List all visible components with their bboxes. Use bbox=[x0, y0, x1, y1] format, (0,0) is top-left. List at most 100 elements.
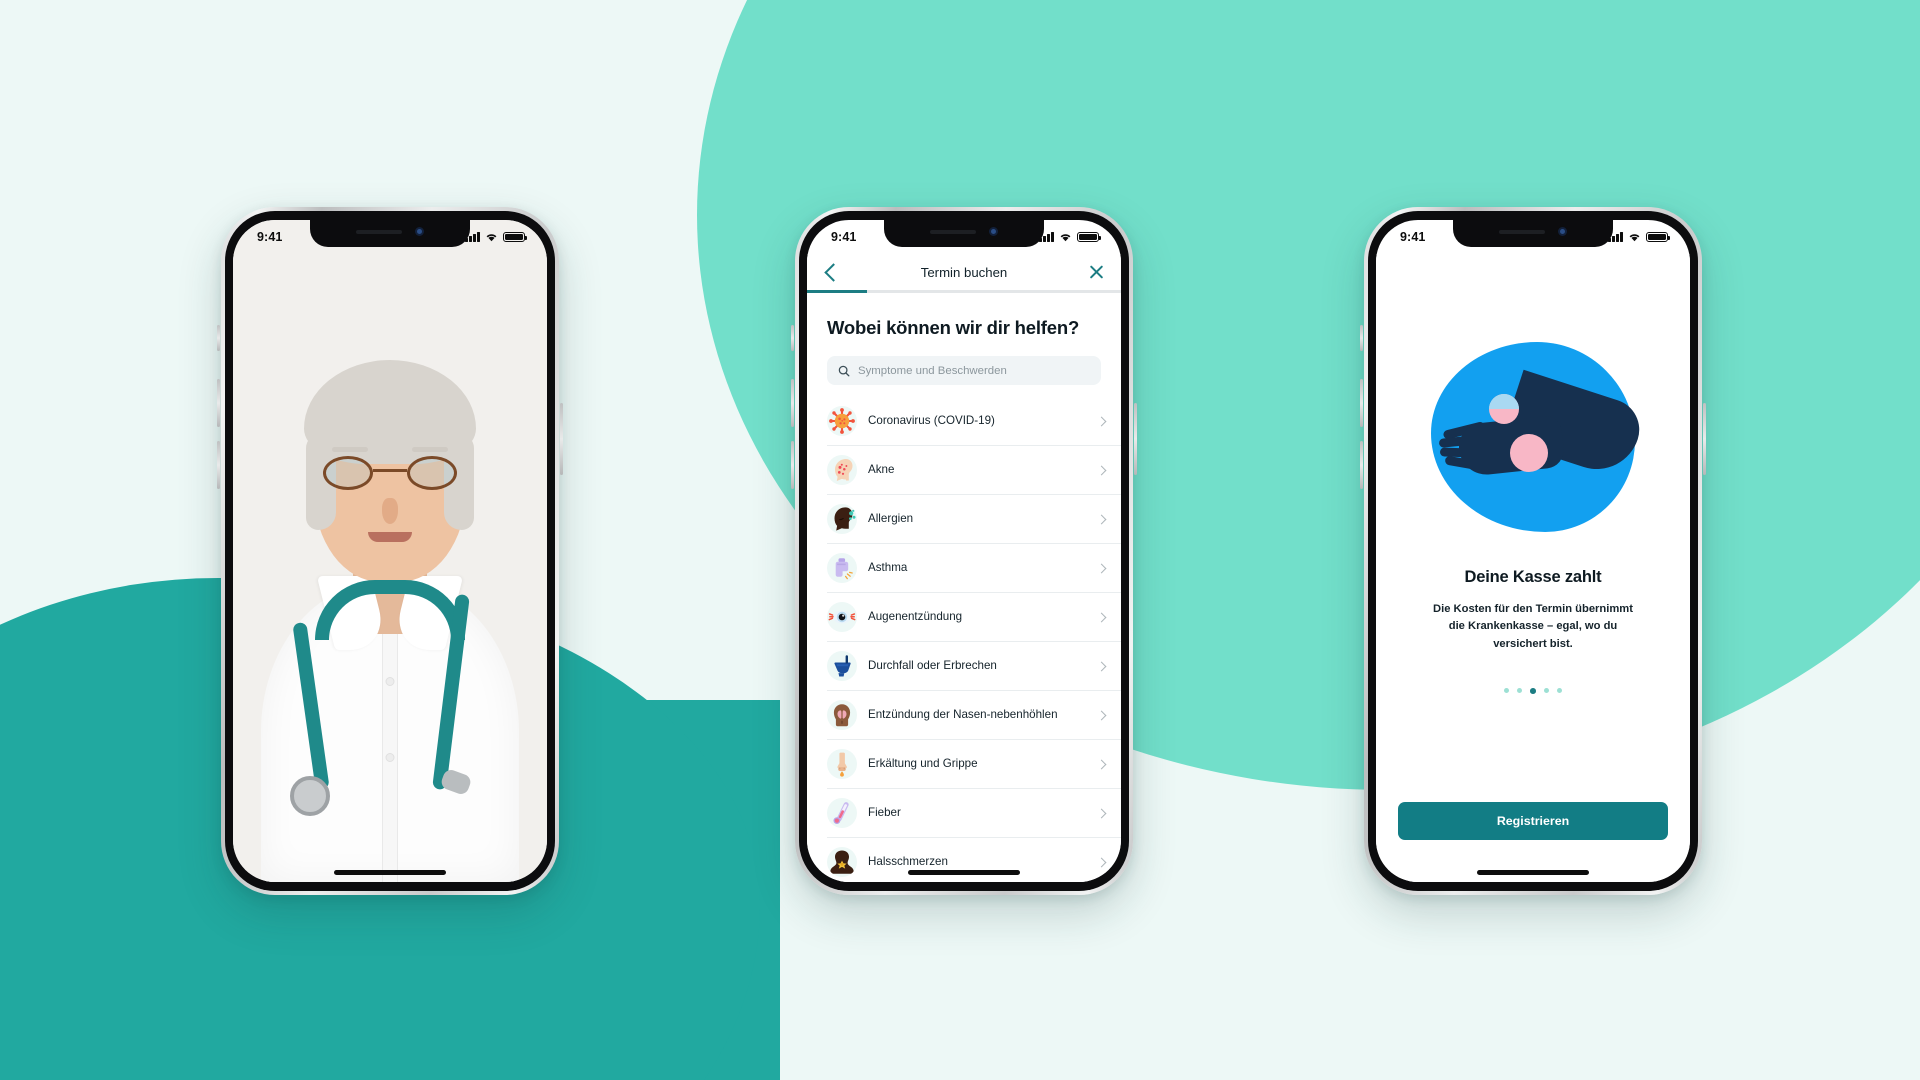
phone-onboarding: Deine Kasse zahlt Die Kosten für den Ter… bbox=[1360, 207, 1706, 895]
doctor-glasses bbox=[323, 456, 457, 490]
doctor-nose bbox=[382, 498, 398, 524]
list-item[interactable]: Coronavirus (COVID-19) bbox=[827, 397, 1121, 446]
pagination-dot[interactable] bbox=[1504, 688, 1510, 694]
search-input[interactable]: Symptome und Beschwerden bbox=[827, 356, 1101, 385]
virus-icon bbox=[827, 406, 857, 436]
thermometer-icon bbox=[827, 798, 857, 828]
stethoscope-bell bbox=[290, 776, 330, 816]
list-item-label: Asthma bbox=[868, 561, 908, 575]
volume-down-button[interactable] bbox=[217, 441, 220, 489]
onboarding-content: Deine Kasse zahlt Die Kosten für den Ter… bbox=[1376, 254, 1690, 882]
battery-icon bbox=[1646, 231, 1671, 243]
toilet-icon bbox=[827, 651, 857, 681]
list-item-label: Akne bbox=[868, 463, 895, 477]
device-notch bbox=[884, 220, 1044, 247]
page-title: Termin buchen bbox=[920, 264, 1008, 280]
status-time: 9:41 bbox=[1400, 230, 1426, 244]
volume-down-button[interactable] bbox=[1360, 441, 1363, 489]
wifi-icon bbox=[485, 232, 498, 242]
onboarding-title: Deine Kasse zahlt bbox=[1464, 568, 1602, 586]
phone2-screen: Termin buchen Wobei können wir dir helfe… bbox=[807, 220, 1121, 882]
power-button[interactable] bbox=[560, 403, 563, 475]
volume-down-button[interactable] bbox=[791, 441, 794, 489]
mute-switch[interactable] bbox=[1360, 325, 1363, 351]
search-icon bbox=[838, 365, 850, 376]
hand-with-pills-icon bbox=[1431, 342, 1648, 532]
doctor-eyebrow-right bbox=[412, 447, 448, 452]
list-item-label: Allergien bbox=[868, 512, 914, 526]
status-time: 9:41 bbox=[831, 230, 857, 244]
earpiece-speaker bbox=[356, 229, 402, 234]
list-item[interactable]: Asthma bbox=[827, 544, 1121, 593]
device-notch bbox=[1453, 220, 1613, 247]
pagination-dot[interactable] bbox=[1517, 688, 1523, 694]
phone1-screen: 9:41 bbox=[233, 220, 547, 882]
progress-bar bbox=[807, 290, 1121, 293]
doctor-photo bbox=[233, 220, 547, 882]
acne-face-icon bbox=[827, 455, 857, 485]
list-item[interactable]: Akne bbox=[827, 446, 1121, 495]
search-placeholder: Symptome und Beschwerden bbox=[858, 364, 1007, 377]
pagination-dot[interactable] bbox=[1556, 688, 1562, 694]
list-item-label: Augenentzündung bbox=[868, 610, 963, 624]
shirt-button bbox=[385, 753, 395, 762]
list-item-label: Fieber bbox=[868, 806, 901, 820]
home-indicator[interactable] bbox=[1477, 870, 1589, 875]
sinus-head-icon bbox=[827, 700, 857, 730]
chevron-right-icon bbox=[1096, 759, 1107, 769]
volume-up-button[interactable] bbox=[217, 379, 220, 427]
booking-content: Wobei können wir dir helfen? Symptome un… bbox=[807, 293, 1121, 882]
list-item-label: Halsschmerzen bbox=[868, 855, 948, 869]
chevron-right-icon bbox=[1096, 465, 1107, 475]
doctor-mouth bbox=[368, 532, 412, 542]
inhaler-icon bbox=[827, 553, 857, 583]
sore-throat-icon bbox=[827, 847, 857, 877]
section-heading: Wobei können wir dir helfen? bbox=[827, 317, 1080, 338]
list-item[interactable]: Durchfall oder Erbrechen bbox=[827, 642, 1121, 691]
front-camera-icon bbox=[989, 227, 998, 236]
wifi-icon bbox=[1628, 232, 1641, 242]
list-item[interactable]: Allergien bbox=[827, 495, 1121, 544]
battery-icon bbox=[503, 231, 528, 243]
list-item[interactable]: Halsschmerzen bbox=[827, 838, 1121, 882]
mute-switch[interactable] bbox=[791, 325, 794, 351]
chevron-right-icon bbox=[1096, 857, 1107, 867]
status-time: 9:41 bbox=[257, 230, 283, 244]
volume-up-button[interactable] bbox=[1360, 379, 1363, 427]
chevron-right-icon bbox=[1096, 661, 1107, 671]
list-item-label: Entzündung der Nasen-nebenhöhlen bbox=[868, 708, 1058, 722]
chevron-left-icon[interactable] bbox=[824, 262, 843, 282]
list-item[interactable]: Erkältung und Grippe bbox=[827, 740, 1121, 789]
mute-switch[interactable] bbox=[217, 325, 220, 351]
earpiece-speaker bbox=[930, 229, 976, 234]
doctor-eyebrow-left bbox=[332, 447, 368, 452]
chevron-right-icon bbox=[1096, 416, 1107, 426]
pagination-dot[interactable] bbox=[1543, 688, 1549, 694]
battery-icon bbox=[1077, 231, 1102, 243]
device-notch bbox=[310, 220, 470, 247]
front-camera-icon bbox=[1558, 227, 1567, 236]
list-item[interactable]: Fieber bbox=[827, 789, 1121, 838]
power-button[interactable] bbox=[1134, 403, 1137, 475]
chevron-right-icon bbox=[1096, 710, 1107, 720]
front-camera-icon bbox=[415, 227, 424, 236]
pagination-dots[interactable] bbox=[1504, 688, 1562, 694]
pagination-dot[interactable] bbox=[1530, 688, 1536, 694]
inflamed-eye-icon bbox=[827, 602, 857, 632]
phone-doctor-video: 9:41 bbox=[217, 207, 563, 895]
power-button[interactable] bbox=[1703, 403, 1706, 475]
progress-bar-fill bbox=[807, 290, 867, 293]
home-indicator[interactable] bbox=[908, 870, 1020, 875]
home-indicator[interactable] bbox=[334, 870, 446, 875]
close-x-icon[interactable] bbox=[1088, 264, 1105, 281]
list-item[interactable]: Augenentzündung bbox=[827, 593, 1121, 642]
list-item[interactable]: Entzündung der Nasen-nebenhöhlen bbox=[827, 691, 1121, 740]
register-button[interactable]: Registrieren bbox=[1398, 802, 1668, 840]
navigation-bar: Termin buchen bbox=[807, 254, 1121, 290]
symptom-list[interactable]: Coronavirus (COVID-19) Akne Allergien Asthm… bbox=[807, 397, 1121, 882]
allergy-face-icon bbox=[827, 504, 857, 534]
volume-up-button[interactable] bbox=[791, 379, 794, 427]
runny-nose-icon bbox=[827, 749, 857, 779]
wifi-icon bbox=[1059, 232, 1072, 242]
list-item-label: Erkältung und Grippe bbox=[868, 757, 978, 771]
